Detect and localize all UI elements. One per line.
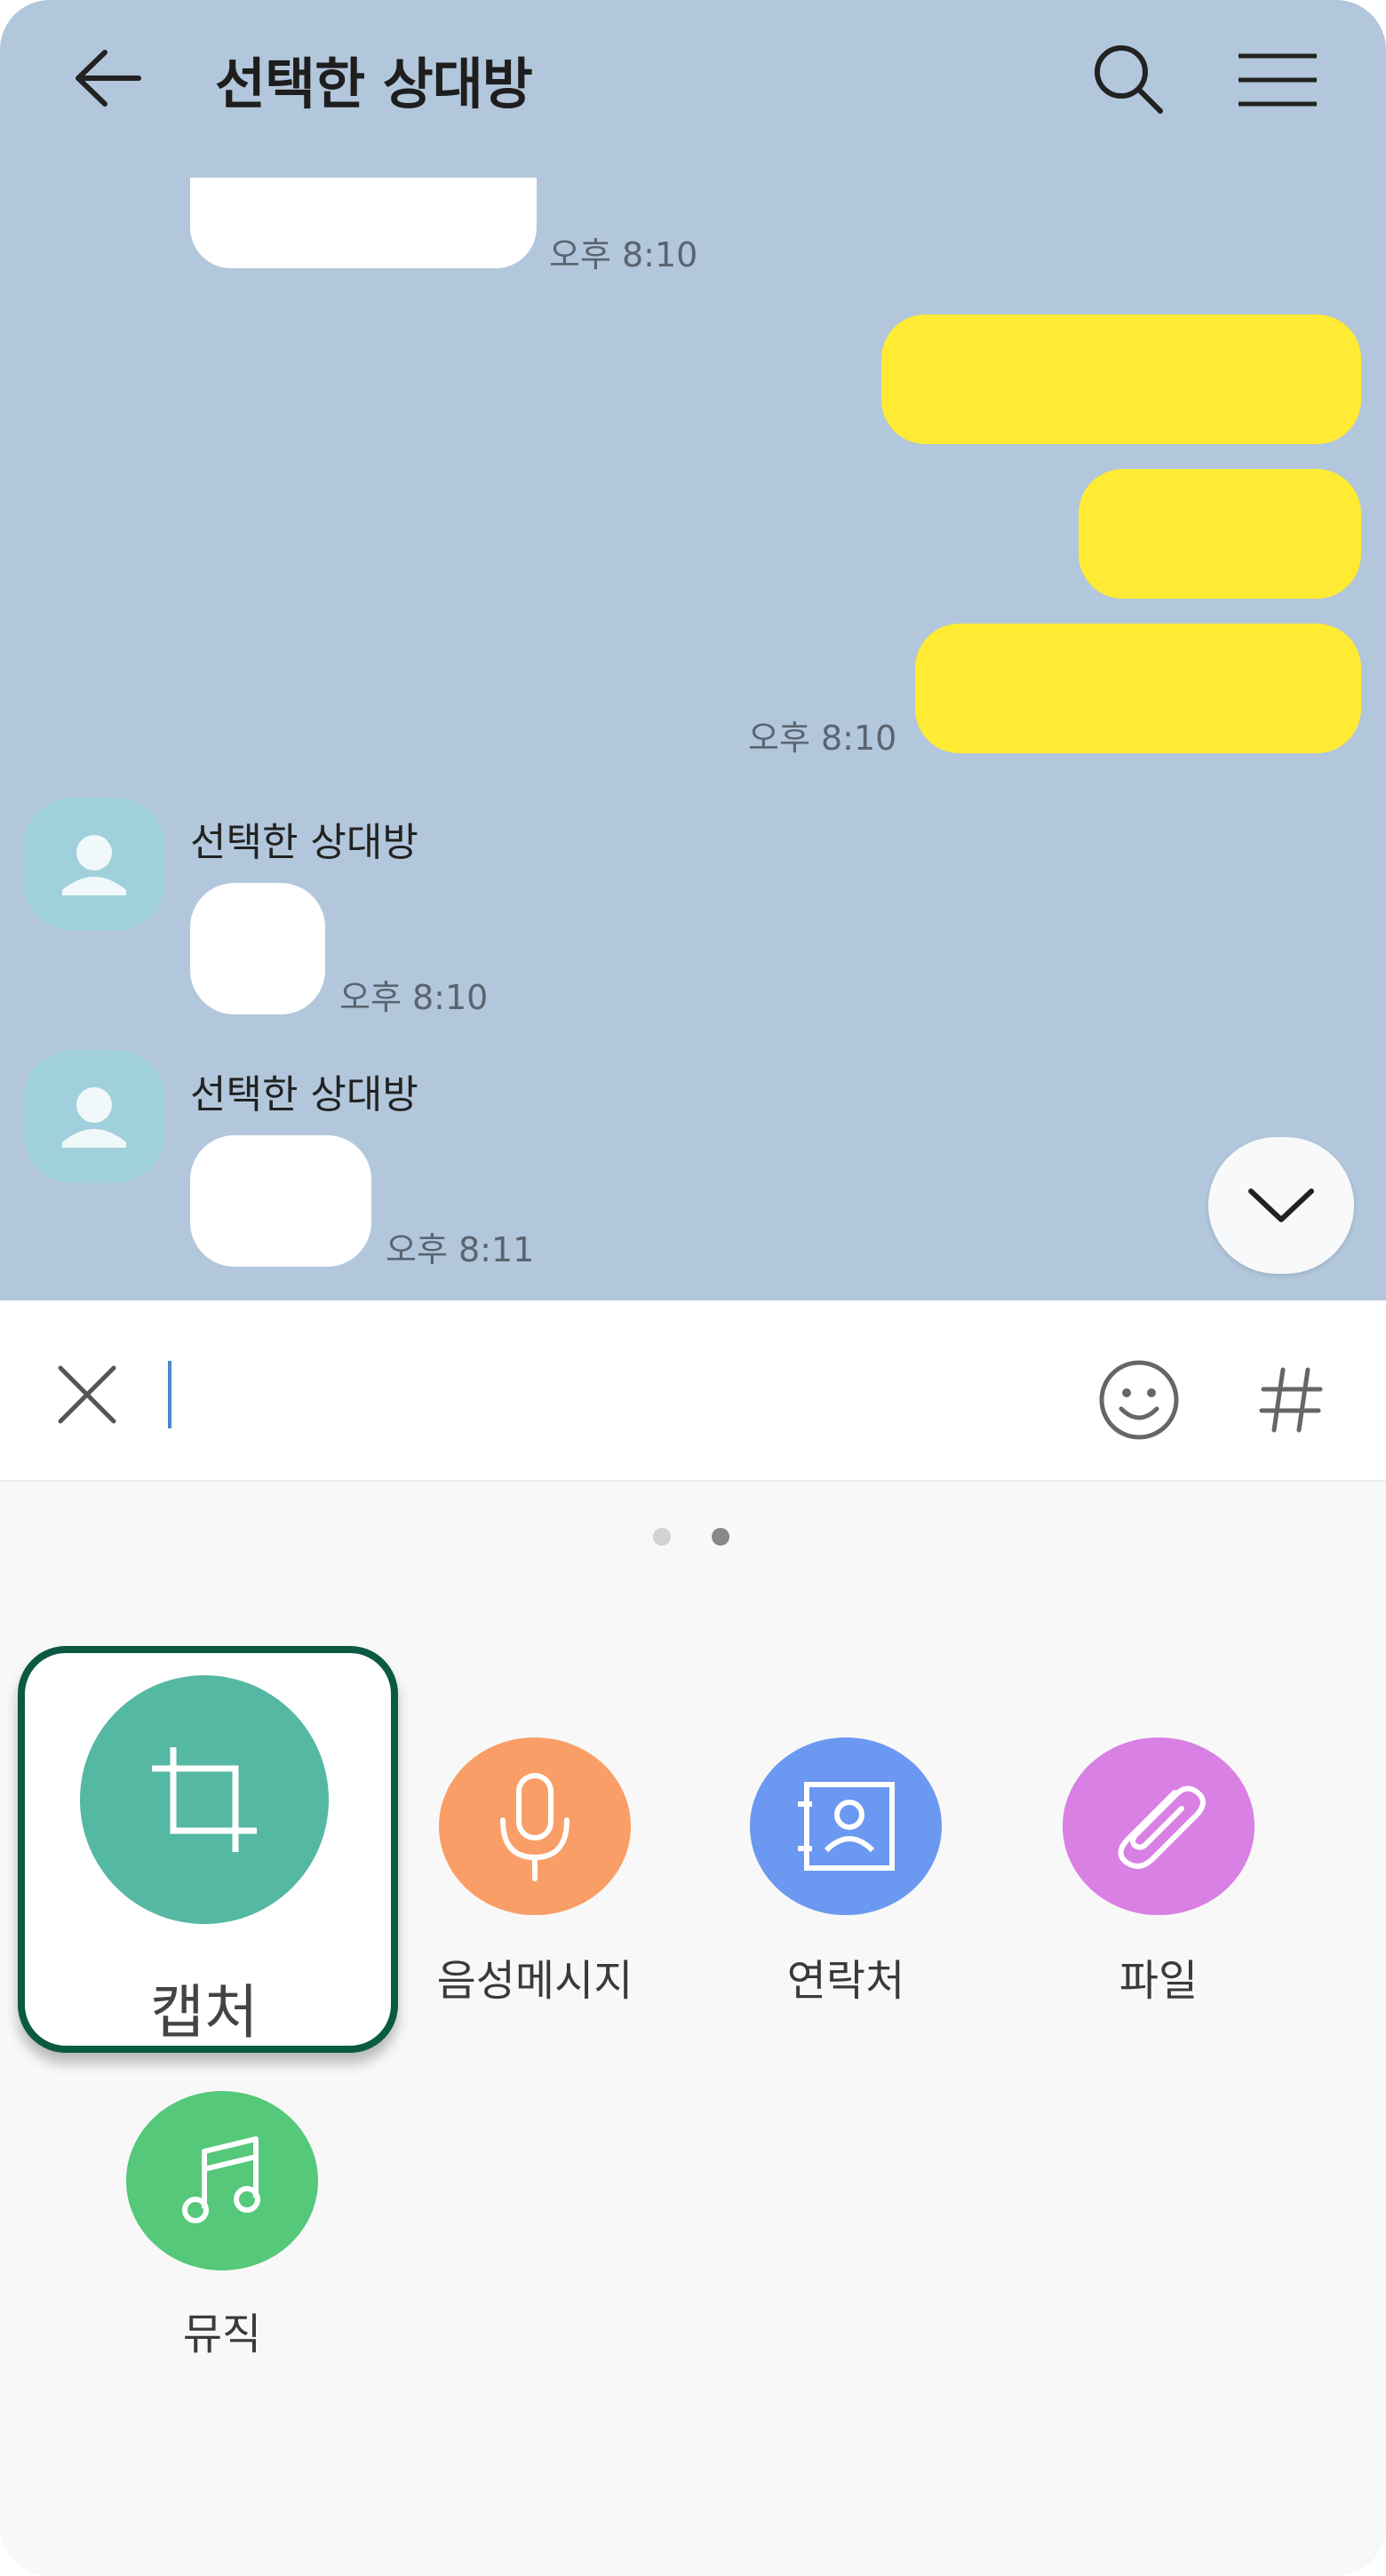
file-button[interactable]	[1063, 1737, 1255, 1915]
file-label: 파일	[1119, 1956, 1199, 2006]
arrow-left-icon	[76, 50, 141, 107]
screen: 선택한 상대방 오후 8:10 오후 8:10 선택한 상대방 오후 8:10 …	[0, 0, 1386, 2576]
close-attach-button[interactable]	[50, 1357, 124, 1432]
avatar[interactable]	[23, 798, 165, 931]
capture-label: 캡처	[150, 1978, 259, 2047]
page-indicator	[0, 1528, 1386, 1554]
music-label: 뮤직	[182, 2310, 262, 2359]
close-icon	[58, 1365, 116, 1424]
menu-button[interactable]	[1233, 44, 1322, 115]
sender-name: 선택한 상대방	[190, 1072, 418, 1117]
chat-room-title: 선택한 상대방	[215, 52, 533, 116]
page-dot-active[interactable]	[712, 1528, 729, 1546]
text-cursor	[168, 1361, 171, 1428]
paperclip-icon	[1118, 1785, 1206, 1869]
message-time: 오후 8:10	[339, 978, 489, 1017]
hamburger-menu-icon	[1239, 53, 1317, 107]
message-bubble-outgoing[interactable]	[881, 314, 1361, 444]
avatar[interactable]	[23, 1050, 165, 1183]
default-profile-icon	[62, 1087, 126, 1148]
crop-icon	[152, 1747, 257, 1852]
default-profile-icon	[62, 835, 126, 895]
message-bubble-incoming[interactable]	[190, 178, 537, 268]
capture-button[interactable]	[80, 1675, 329, 1924]
message-bubble-incoming[interactable]	[190, 883, 325, 1014]
scroll-to-bottom-button[interactable]	[1208, 1137, 1354, 1274]
hashtag-icon	[1259, 1367, 1323, 1433]
message-input-bar	[0, 1300, 1386, 1482]
hashtag-button[interactable]	[1247, 1356, 1336, 1444]
page-dot[interactable]	[653, 1528, 671, 1546]
voice-message-button[interactable]	[439, 1737, 631, 1915]
search-button[interactable]	[1084, 39, 1173, 119]
smiley-icon	[1099, 1360, 1179, 1440]
message-bubble-outgoing[interactable]	[915, 624, 1361, 753]
message-time: 오후 8:10	[549, 235, 698, 274]
message-time: 오후 8:11	[386, 1230, 535, 1269]
sender-name: 선택한 상대방	[190, 820, 418, 865]
back-button[interactable]	[64, 43, 153, 114]
chevron-down-icon	[1248, 1189, 1314, 1222]
message-time: 오후 8:10	[748, 719, 897, 758]
voice-message-label: 음성메시지	[436, 1956, 633, 2006]
chat-area[interactable]: 선택한 상대방 오후 8:10 오후 8:10 선택한 상대방 오후 8:10 …	[0, 0, 1386, 1300]
contacts-button[interactable]	[750, 1737, 942, 1915]
message-input[interactable]	[165, 1336, 1063, 1451]
search-icon	[1095, 45, 1163, 114]
contact-book-icon	[798, 1782, 895, 1871]
contacts-label: 연락처	[786, 1956, 905, 2006]
music-note-icon	[182, 2136, 260, 2223]
microphone-icon	[500, 1773, 570, 1881]
music-button[interactable]	[126, 2091, 318, 2270]
emoji-button[interactable]	[1095, 1356, 1183, 1444]
chat-header: 선택한 상대방	[0, 0, 1386, 160]
message-bubble-incoming[interactable]	[190, 1135, 371, 1267]
message-bubble-outgoing[interactable]	[1079, 469, 1361, 599]
